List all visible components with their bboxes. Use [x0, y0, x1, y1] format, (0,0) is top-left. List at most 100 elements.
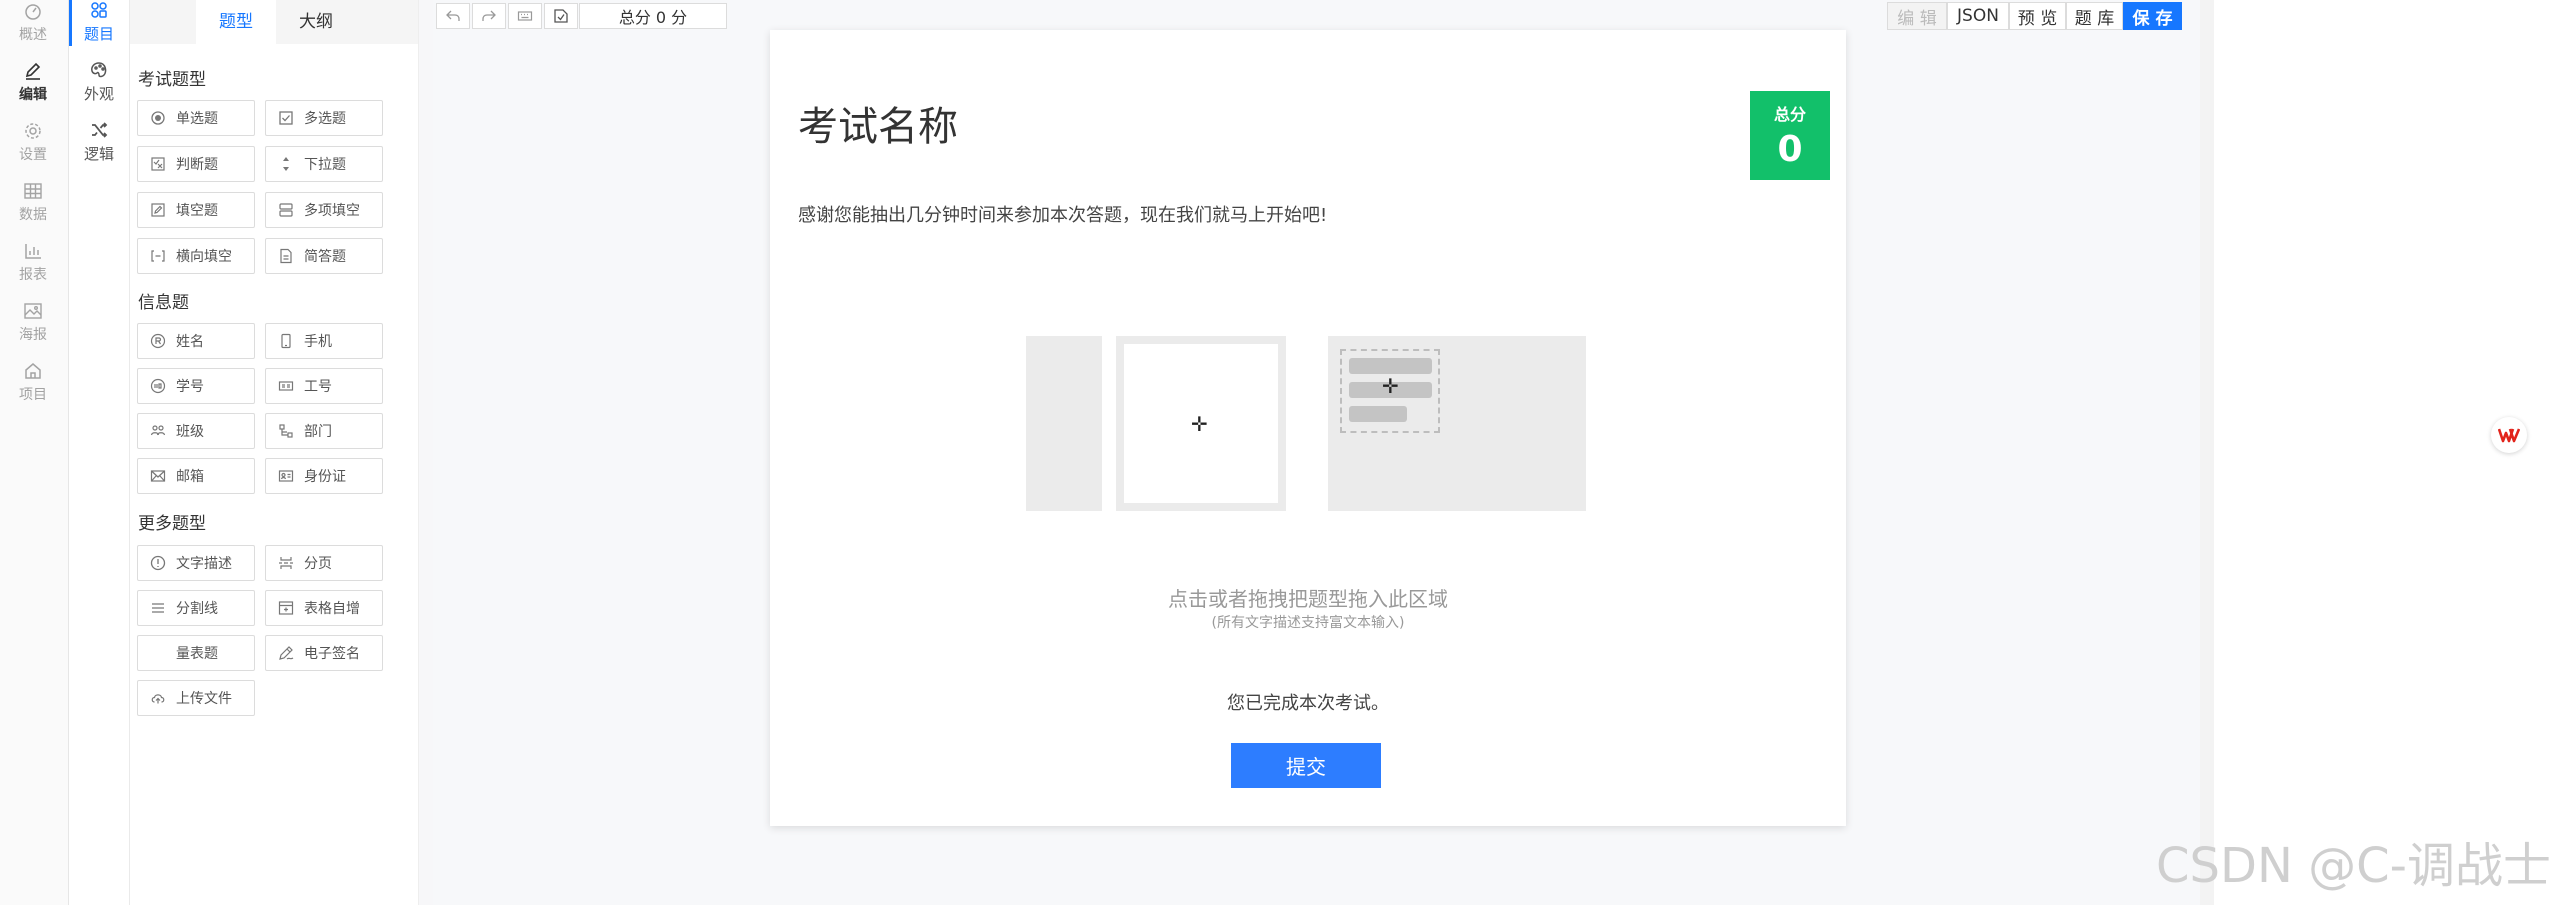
- drop-hint-sub: (所有文字描述支持富文本输入): [1211, 615, 1405, 631]
- nav-poster-label: 海报: [19, 326, 47, 343]
- nav-report-label: 报表: [19, 266, 47, 283]
- qtype-class[interactable]: 班级: [137, 413, 255, 449]
- undo-button[interactable]: [436, 3, 470, 29]
- group-icon: [150, 423, 166, 439]
- qtype-true-false[interactable]: 判断题: [137, 146, 255, 182]
- qtype-scale[interactable]: 量表题: [137, 635, 255, 671]
- placeholder-bar: [1349, 358, 1432, 374]
- table-add-icon: [278, 600, 294, 616]
- qtype-multi-fill[interactable]: 多项填空: [265, 192, 383, 228]
- floating-wps-button[interactable]: [2491, 417, 2527, 453]
- qtype-short-answer[interactable]: 简答题: [265, 238, 383, 274]
- qtype-label: 学号: [176, 379, 204, 395]
- qtype-label: 多选题: [304, 111, 346, 127]
- qtype-divider[interactable]: 分割线: [137, 590, 255, 626]
- mail-icon: [150, 468, 166, 484]
- qtype-label: 分割线: [176, 601, 218, 617]
- qtype-label: 身份证: [304, 469, 346, 485]
- qtype-label: 电子签名: [304, 646, 360, 662]
- save-button[interactable]: 保 存: [2123, 2, 2182, 30]
- exam-intro[interactable]: 感谢您能抽出几分钟时间来参加本次答题，现在我们就马上开始吧!: [798, 201, 1327, 227]
- cloud-upload-icon: [150, 690, 166, 706]
- qtype-signature[interactable]: 电子签名: [265, 635, 383, 671]
- tab-questions-label: 题目: [83, 25, 114, 43]
- tab-logic[interactable]: 逻辑: [69, 114, 129, 170]
- edit-button[interactable]: 编 辑: [1887, 2, 1947, 30]
- finish-message[interactable]: 您已完成本次考试。: [770, 689, 1846, 715]
- qtype-name[interactable]: 姓名: [137, 323, 255, 359]
- submit-button[interactable]: 提交: [1231, 743, 1381, 788]
- qtype-table-auto[interactable]: 表格自增: [265, 590, 383, 626]
- qtype-text-description[interactable]: 文字描述: [137, 545, 255, 581]
- qtype-horizontal-fill[interactable]: 横向填空: [137, 238, 255, 274]
- total-score-badge: 总分 0: [1750, 91, 1830, 180]
- move-icon: ✛: [1191, 412, 1208, 436]
- tab-appearance-label: 外观: [83, 85, 114, 103]
- palette-icon: [91, 62, 107, 78]
- shuffle-icon: [92, 122, 108, 138]
- import-icon: [554, 9, 568, 23]
- drop-zone[interactable]: ✛ ✛: [1026, 336, 1586, 514]
- org-icon: [278, 423, 294, 439]
- qtype-employee-id[interactable]: 工号: [265, 368, 383, 404]
- nav-edit[interactable]: 编辑: [0, 54, 66, 110]
- canvas-left-gutter: [419, 0, 433, 905]
- qtype-label: 工号: [304, 379, 332, 395]
- qtype-phone[interactable]: 手机: [265, 323, 383, 359]
- divider-icon: [150, 600, 166, 616]
- qtype-label: 邮箱: [176, 469, 204, 485]
- redo-button[interactable]: [472, 3, 506, 29]
- nav-data-label: 数据: [19, 206, 47, 223]
- qtype-label: 手机: [304, 334, 332, 350]
- edit-box-icon: [150, 202, 166, 218]
- qtype-email[interactable]: 邮箱: [137, 458, 255, 494]
- nav-report[interactable]: 报表: [0, 234, 66, 290]
- nav-overview[interactable]: 概述: [0, 0, 66, 50]
- preview-button[interactable]: 预 览: [2009, 2, 2066, 30]
- question-palette: 题型 大纲 考试题型 单选题 多选题 判断题 下拉题 填空题 多项填空 横向填空…: [130, 0, 419, 905]
- gear-icon: [25, 122, 41, 139]
- qtype-multi-choice[interactable]: 多选题: [265, 100, 383, 136]
- placeholder-block: ✛: [1328, 336, 1586, 511]
- nav-data[interactable]: 数据: [0, 174, 66, 230]
- tab-outline[interactable]: 大纲: [276, 0, 356, 44]
- qtype-upload[interactable]: 上传文件: [137, 680, 255, 716]
- document-icon: [278, 248, 294, 264]
- qtype-id-card[interactable]: 身份证: [265, 458, 383, 494]
- nav-project[interactable]: 项目: [0, 354, 66, 410]
- grid-icon: [91, 2, 107, 18]
- score-badge-value: 0: [1777, 129, 1803, 170]
- qtype-dropdown[interactable]: 下拉题: [265, 146, 383, 182]
- table-icon: [24, 182, 42, 199]
- question-bank-button[interactable]: 题 库: [2066, 2, 2123, 30]
- qtype-label: 上传文件: [176, 691, 232, 707]
- true-false-icon: [150, 156, 166, 172]
- score-badge-label: 总分: [1773, 105, 1806, 124]
- qtype-label: 文字描述: [176, 556, 232, 572]
- nav-overview-label: 概述: [19, 26, 47, 43]
- tab-question-types[interactable]: 题型: [196, 0, 276, 44]
- import-button[interactable]: [544, 3, 578, 29]
- qtype-fill-blank[interactable]: 填空题: [137, 192, 255, 228]
- nav-poster[interactable]: 海报: [0, 294, 66, 350]
- json-button[interactable]: JSON: [1947, 2, 2009, 30]
- placeholder-bar: [1349, 406, 1407, 422]
- qtype-single-choice[interactable]: 单选题: [137, 100, 255, 136]
- qtype-department[interactable]: 部门: [265, 413, 383, 449]
- tab-appearance[interactable]: 外观: [69, 54, 129, 110]
- drop-hint: 点击或者拖拽把题型拖入此区域: [1168, 587, 1448, 611]
- qtype-student-id[interactable]: 学号: [137, 368, 255, 404]
- tab-questions[interactable]: 题目: [69, 0, 129, 50]
- qtype-page-break[interactable]: 分页: [265, 545, 383, 581]
- info-icon: [150, 555, 166, 571]
- blank-icon: [150, 645, 166, 661]
- canvas-right-gutter: [2200, 0, 2214, 905]
- tab-logic-label: 逻辑: [83, 145, 114, 163]
- qtype-label: 下拉题: [304, 157, 346, 173]
- keyboard-button[interactable]: [508, 3, 542, 29]
- nav-settings[interactable]: 设置: [0, 114, 66, 170]
- exam-title[interactable]: 考试名称: [798, 94, 958, 152]
- secondary-sidebar: 题目 外观 逻辑: [69, 0, 130, 905]
- qtype-label: 量表题: [176, 646, 218, 662]
- wps-icon: [2498, 428, 2520, 443]
